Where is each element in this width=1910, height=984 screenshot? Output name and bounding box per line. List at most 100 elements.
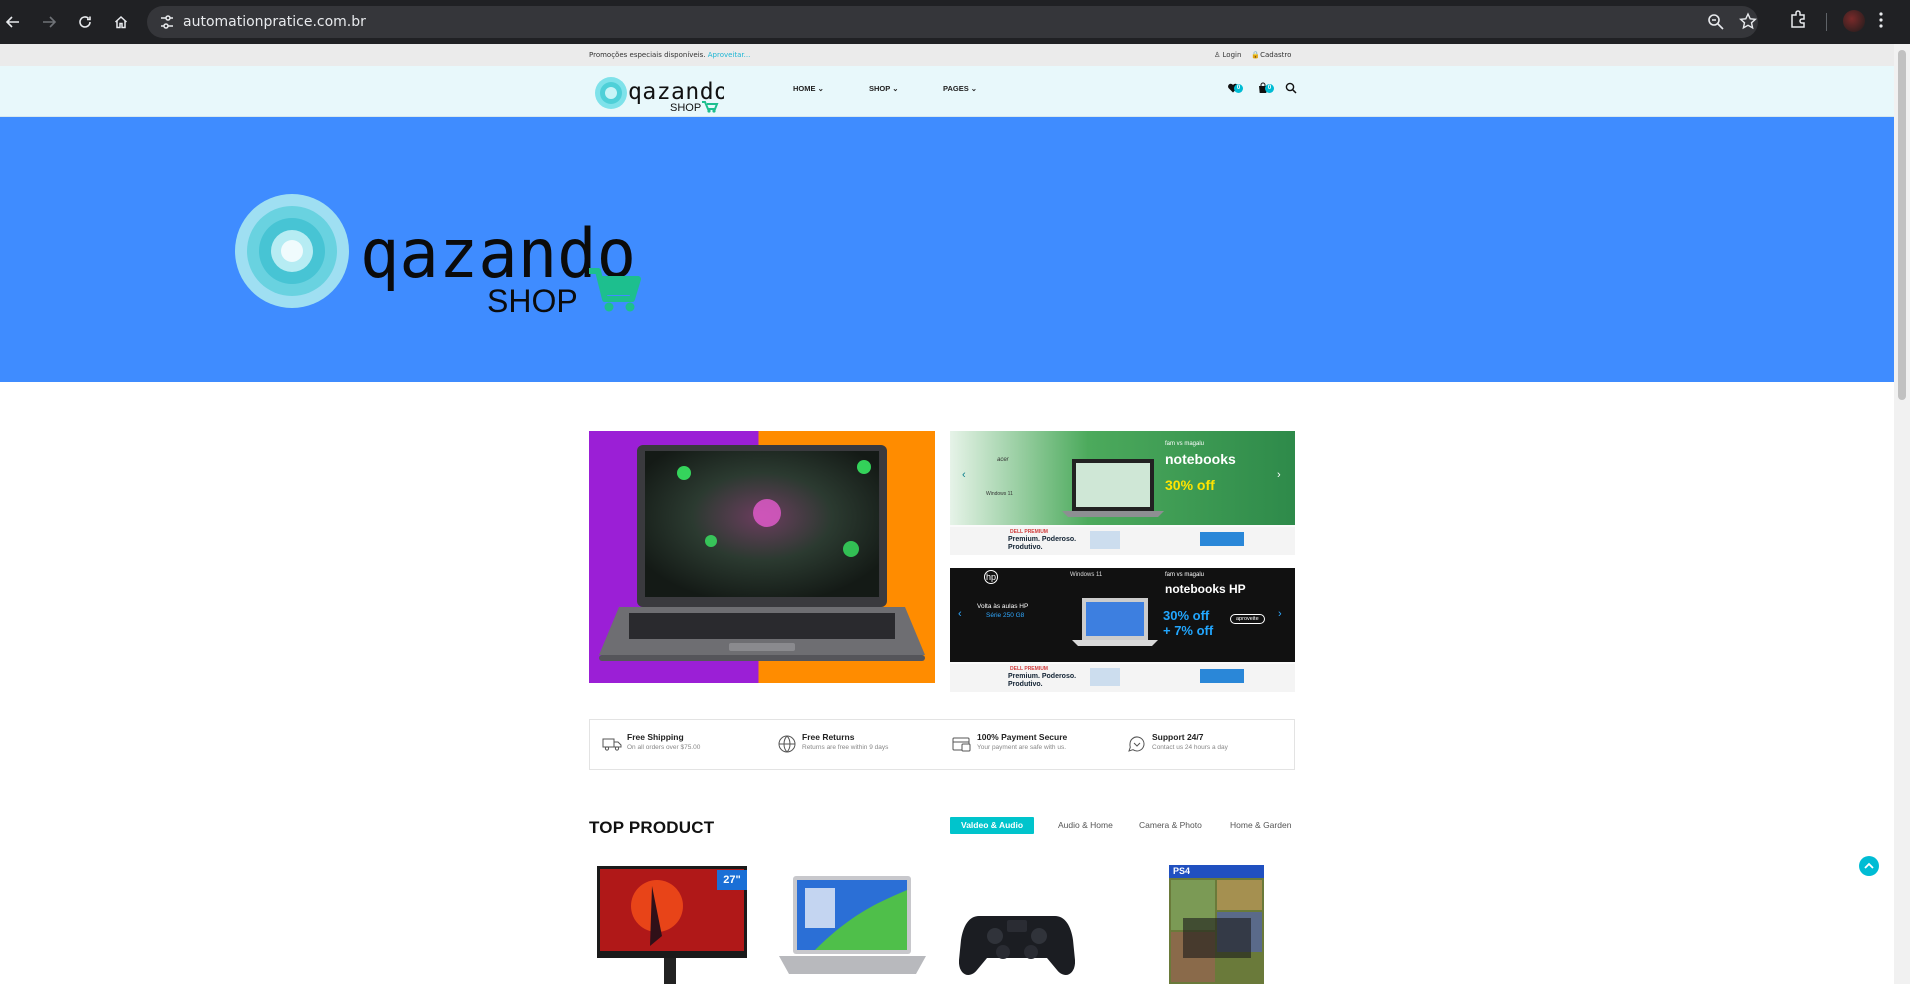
features-bar: Free Shipping On all orders over $75.00 …: [589, 719, 1295, 770]
search-button[interactable]: [1285, 81, 1303, 99]
acer-laptop-image: [1062, 459, 1164, 517]
feature-subtitle: On all orders over $75.00: [627, 744, 701, 751]
browser-toolbar: automationpratice.com.br: [0, 0, 1910, 44]
nav-home-label: HOME: [793, 84, 816, 93]
hp-series: Série 250 G8: [986, 612, 1025, 619]
promo-text: Promoções especiais disponíveis.: [589, 51, 706, 59]
reload-icon[interactable]: [72, 9, 98, 35]
nav-home[interactable]: HOME ⌄: [793, 66, 824, 112]
dell-chips-image: [1200, 532, 1244, 546]
extensions-icon[interactable]: [1788, 9, 1808, 34]
acer-store: fam vs magalu: [1165, 441, 1205, 447]
wishlist-button[interactable]: 0: [1227, 81, 1245, 99]
user-icon: ♙: [1214, 51, 1223, 59]
bookmark-star-icon[interactable]: [1738, 12, 1758, 37]
scroll-to-top-button[interactable]: [1859, 856, 1879, 876]
hp-cta[interactable]: aproveite: [1230, 614, 1265, 624]
hero-banner: qazando SHOP: [0, 117, 1894, 382]
hp-title: notebooks HP: [1165, 582, 1246, 596]
carousel-next-icon[interactable]: ›: [1278, 608, 1282, 620]
secure-payment-icon: [952, 737, 971, 752]
feature-title: 100% Payment Secure: [977, 732, 1068, 742]
chevron-down-icon: ⌄: [890, 84, 899, 93]
hero-logo: qazando SHOP: [235, 194, 641, 315]
carousel-prev-icon[interactable]: ‹: [958, 608, 962, 620]
globe-icon: [778, 735, 796, 753]
page-scrollbar[interactable]: [1894, 44, 1910, 984]
dell-laptop-image: [1090, 668, 1120, 686]
hp-headline: Volta às aulas HP: [977, 603, 1029, 610]
product-monitor[interactable]: 27": [597, 866, 747, 984]
signup-link[interactable]: 🔒Cadastro: [1251, 44, 1291, 66]
cart-count-badge: 0: [1265, 84, 1274, 93]
product-size-badge: 27": [717, 870, 747, 890]
dell-strip: DELL PREMIUM Premium. Poderoso. Produtiv…: [950, 527, 1295, 555]
promo-banner-hp[interactable]: hp Windows 11 Volta às aulas HP Série 25…: [950, 568, 1295, 692]
wishlist-count-badge: 0: [1234, 84, 1243, 93]
tab-video-audio[interactable]: Valdeo & Audio: [950, 817, 1035, 834]
promo-banner-acer[interactable]: acer fam vs magalu notebooks 30% off Win…: [950, 431, 1295, 555]
hp-offer-1: 30% off: [1163, 608, 1210, 623]
section-title: TOP PRODUCT: [589, 818, 715, 837]
support-icon: [1128, 736, 1145, 752]
hp-store: fam vs magalu: [1165, 572, 1205, 578]
hp-os: Windows 11: [1070, 572, 1103, 578]
feature-subtitle: Your payment are safe with us.: [977, 744, 1067, 751]
promo-topbar: Promoções especiais disponíveis. Aprovei…: [0, 44, 1894, 66]
ps4-platform-label: PS4: [1169, 865, 1264, 878]
toolbar-divider: [1826, 13, 1827, 31]
gta-cover-image: [1169, 878, 1264, 984]
nav-pages[interactable]: PAGES ⌄: [943, 66, 977, 112]
tab-camera-photo[interactable]: Camera & Photo: [1139, 817, 1202, 834]
acer-title: notebooks: [1165, 451, 1236, 467]
search-icon: [1285, 82, 1297, 94]
feature-subtitle: Contact us 24 hours a day: [1152, 744, 1228, 751]
chevron-down-icon: ⌄: [815, 84, 824, 93]
laptop-image: [599, 445, 925, 661]
promo-message: Promoções especiais disponíveis. Aprovei…: [589, 44, 750, 66]
logo-sub: SHOP: [670, 102, 701, 114]
dell-laptop-image: [1090, 531, 1120, 549]
feature-title: Support 24/7: [1152, 732, 1204, 742]
tab-audio-home[interactable]: Audio & Home: [1058, 817, 1113, 834]
nav-shop[interactable]: SHOP ⌄: [869, 66, 899, 112]
chevron-down-icon: ⌄: [968, 84, 978, 93]
scrollbar-thumb[interactable]: [1898, 50, 1906, 400]
hero-logo-sub: SHOP: [487, 283, 578, 315]
url-text[interactable]: automationpratice.com.br: [183, 6, 366, 38]
login-link[interactable]: ♙ Login: [1214, 44, 1241, 66]
acer-brand: acer: [997, 457, 1009, 463]
tab-home-garden[interactable]: Home & Garden: [1230, 817, 1291, 834]
back-icon[interactable]: [0, 9, 26, 35]
product-laptop[interactable]: [775, 870, 930, 984]
hp-laptop-image: [1072, 598, 1158, 646]
product-gamepad[interactable]: [959, 906, 1075, 984]
login-label: Login: [1222, 51, 1242, 59]
site-logo[interactable]: qazando SHOP: [594, 71, 724, 115]
dell-tag: DELL PREMIUM: [1010, 529, 1048, 535]
dell-strip: DELL PREMIUM Premium. Poderoso. Produtiv…: [950, 664, 1295, 692]
promo-link[interactable]: Aproveitar...: [708, 51, 751, 59]
home-icon[interactable]: [108, 9, 134, 35]
site-header: qazando SHOP HOME ⌄ SHOP ⌄ PAGES ⌄ 0 0: [0, 66, 1894, 117]
promo-banner-laptop[interactable]: [589, 431, 935, 683]
cart-button[interactable]: 0: [1257, 81, 1275, 99]
hp-brand: hp: [984, 570, 998, 584]
profile-avatar[interactable]: [1843, 10, 1865, 32]
nav-shop-label: SHOP: [869, 84, 891, 93]
carousel-next-icon[interactable]: ›: [1277, 469, 1281, 481]
feature-title: Free Shipping: [627, 732, 684, 742]
forward-icon[interactable]: [36, 9, 62, 35]
address-bar[interactable]: automationpratice.com.br: [147, 6, 1758, 38]
feature-title: Free Returns: [802, 732, 855, 742]
gamepad-image: [959, 916, 1075, 975]
menu-kebab-icon[interactable]: [1878, 10, 1884, 35]
site-settings-icon[interactable]: [159, 13, 175, 36]
acer-os: Windows 11: [986, 491, 1013, 497]
lock-icon: 🔒: [1251, 51, 1261, 59]
dell-chips-image: [1200, 669, 1244, 683]
product-ps4-game[interactable]: PS4: [1169, 865, 1264, 984]
dell-text: Premium. Poderoso. Produtivo.: [1008, 536, 1077, 551]
zoom-icon[interactable]: [1707, 12, 1725, 37]
carousel-prev-icon[interactable]: ‹: [962, 469, 966, 481]
